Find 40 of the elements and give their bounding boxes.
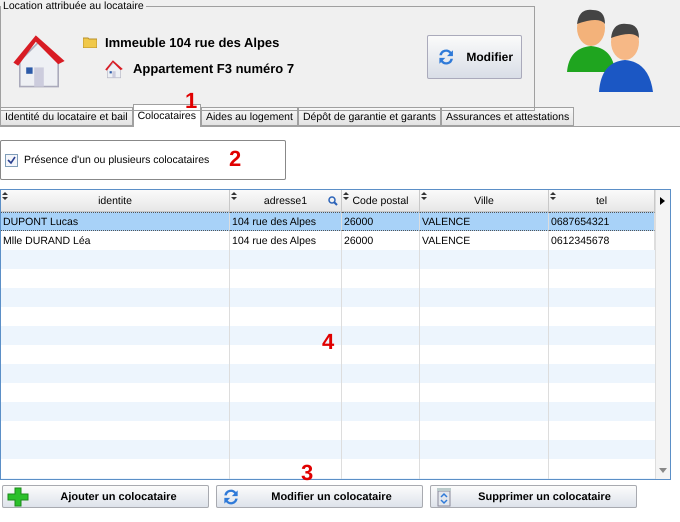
- checkbox-label: Présence d'un ou plusieurs colocataires: [24, 154, 210, 166]
- building-label: Immeuble 104 rue des Alpes: [105, 34, 280, 50]
- sort-icon: [2, 192, 8, 200]
- column-header[interactable]: Code postal: [342, 190, 420, 212]
- table-cell: 26000: [342, 212, 420, 231]
- arrow-right-icon[interactable]: [660, 197, 666, 205]
- plus-icon: [7, 486, 29, 506]
- annotation-number: 2: [229, 146, 242, 172]
- trash-icon: [435, 486, 453, 506]
- table-cell: 104 rue des Alpes: [230, 231, 342, 250]
- tab[interactable]: Identité du locataire et bail: [0, 107, 133, 126]
- group-legend: Location attribuée au locataire: [1, 0, 146, 12]
- tab[interactable]: Dépôt de garantie et garants: [298, 107, 442, 126]
- scrollbar[interactable]: [655, 190, 670, 479]
- checkbox[interactable]: [5, 154, 18, 166]
- column-header[interactable]: Ville: [420, 190, 549, 212]
- column-header[interactable]: identite: [1, 190, 230, 212]
- action-button[interactable]: Ajouter un colocataire: [2, 485, 209, 508]
- search-icon: [328, 196, 338, 206]
- annotation-number: 3: [301, 460, 314, 486]
- column-header[interactable]: adresse1: [230, 190, 342, 212]
- table-cell: 104 rue des Alpes: [230, 212, 342, 231]
- tab[interactable]: Assurances et attestations: [441, 107, 574, 126]
- annotation-number: 4: [322, 329, 334, 355]
- folder-icon: [83, 36, 97, 48]
- table-cell: 0612345678: [549, 231, 655, 250]
- table-cell: DUPONT Lucas: [1, 212, 230, 231]
- arrow-down-icon[interactable]: [659, 468, 667, 473]
- action-button[interactable]: Modifier un colocataire: [216, 485, 423, 508]
- table-cell: 26000: [342, 231, 420, 250]
- table-cell: VALENCE: [420, 231, 549, 250]
- tab[interactable]: Aides au logement: [200, 107, 298, 126]
- table-cell: VALENCE: [420, 212, 549, 231]
- modify-button[interactable]: Modifier: [427, 35, 522, 79]
- table-cell: Mlle DURAND Léa: [1, 231, 230, 250]
- column-header[interactable]: tel: [549, 190, 655, 212]
- action-button[interactable]: Supprimer un colocataire: [430, 485, 637, 508]
- house-icon: [103, 58, 125, 80]
- apartment-label: Appartement F3 numéro 7: [133, 61, 294, 76]
- table-cell: 0687654321: [549, 212, 655, 231]
